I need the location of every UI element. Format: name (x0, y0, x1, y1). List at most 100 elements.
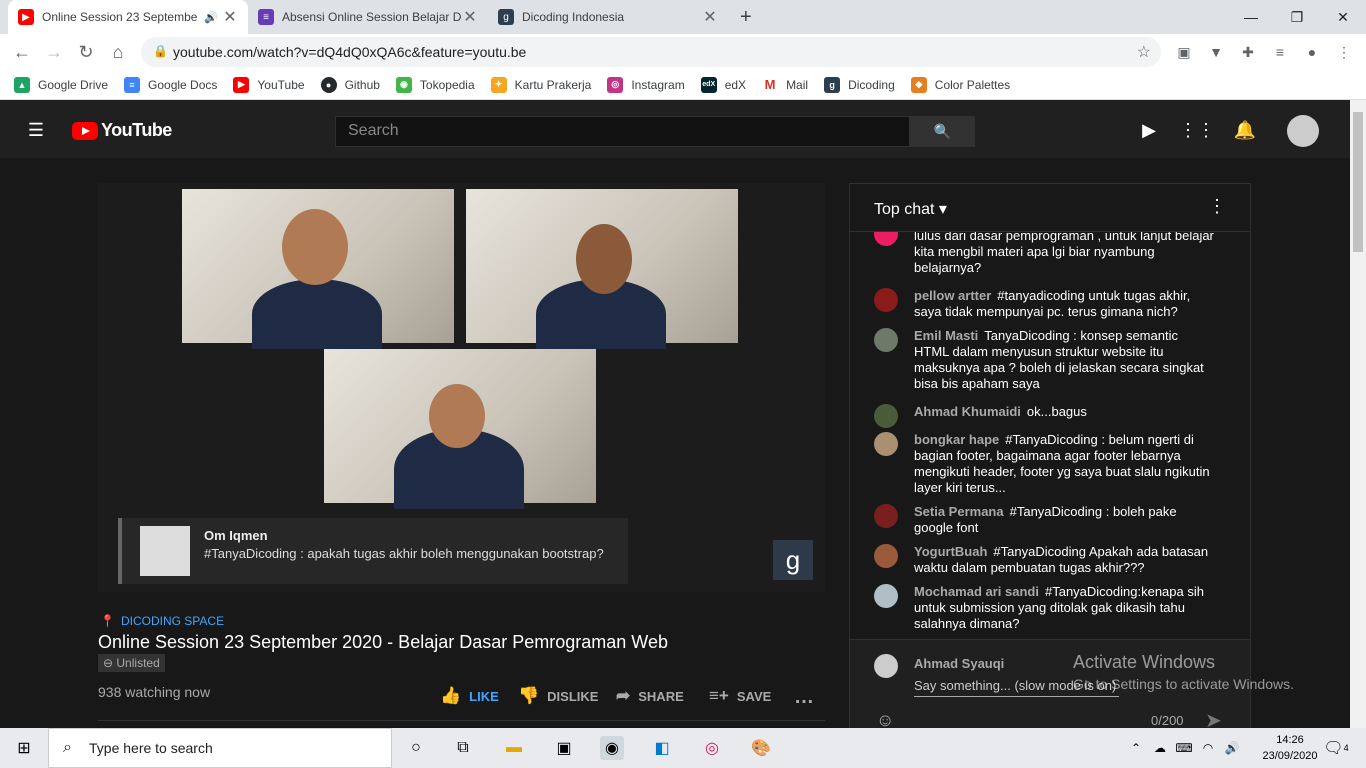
chat-header: Top chat ▾ ⋮ (850, 184, 1250, 232)
browser-tab-strip: ▶ Online Session 23 Septembe 🔊 ✕ ≡ Absen… (0, 0, 1366, 34)
taskbar-clock[interactable]: 14:26 23/09/2020 (1260, 732, 1320, 764)
bookmark-tokopedia[interactable]: ◉ Tokopedia (395, 76, 475, 93)
bookmark-mail[interactable]: M Mail (762, 76, 808, 93)
person-head (576, 224, 632, 294)
chrome-icon[interactable]: ◉ (600, 736, 624, 760)
task-view-icon[interactable]: ⧉ (451, 736, 475, 760)
audio-icon[interactable]: 🔊 (200, 11, 222, 24)
close-window-button[interactable]: ✕ (1320, 0, 1366, 34)
more-actions-icon[interactable]: … (794, 686, 814, 709)
paint-icon[interactable]: 🎨 (749, 736, 773, 760)
search-button[interactable]: 🔍 (910, 116, 975, 147)
bookmark-color-palettes[interactable]: ◆ Color Palettes (910, 76, 1010, 93)
tab-dicoding[interactable]: g Dicoding Indonesia ✕ (488, 0, 728, 34)
profile-avatar-icon[interactable]: ● (1302, 42, 1322, 62)
extensions-puzzle-icon[interactable]: ✚ (1238, 42, 1258, 62)
onedrive-icon[interactable]: ☁ (1148, 736, 1172, 760)
webcam-feed-1 (182, 189, 454, 349)
person-body (252, 279, 382, 349)
featured-chat-overlay: Om Iqmen #TanyaDicoding : apakah tugas a… (118, 518, 628, 584)
creative-cloud-icon[interactable]: ◎ (700, 736, 724, 760)
tab-title: Dicoding Indonesia (522, 10, 625, 24)
video-player[interactable]: Om Iqmen #TanyaDicoding : apakah tugas a… (98, 183, 825, 592)
unlisted-badge: ⊖ Unlisted (98, 654, 165, 672)
browser-toolbar: ← → ↻ ⌂ 🔒 youtube.com/watch?v=dQ4dQ0xQA6… (0, 34, 1366, 70)
volume-icon[interactable]: 🔊 (1220, 736, 1244, 760)
tab-absensi[interactable]: ≡ Absensi Online Session Belajar Da ✕ (248, 0, 488, 34)
taskbar-search[interactable]: ⌕ Type here to search (48, 728, 392, 768)
youtube-icon: ▶ (233, 76, 250, 93)
playlist-add-icon: ≡+ (709, 686, 729, 705)
bookmark-instagram[interactable]: ◎ Instagram (607, 76, 685, 93)
avatar (874, 654, 898, 678)
channel-location-link[interactable]: 📍 DICODING SPACE (100, 614, 224, 628)
account-avatar[interactable] (1287, 115, 1319, 147)
wifi-icon[interactable]: ◠ (1196, 736, 1220, 760)
avatar (874, 232, 898, 246)
tray-chevron-icon[interactable]: ⌃ (1124, 736, 1148, 760)
bookmark-google-drive[interactable]: ▲ Google Drive (14, 76, 108, 93)
bookmark-kartu-prakerja[interactable]: ✦ Kartu Prakerja (490, 76, 591, 93)
chat-mode-dropdown[interactable]: Top chat ▾ (874, 199, 947, 219)
create-video-icon[interactable]: ▶ (1137, 120, 1161, 140)
address-bar[interactable]: 🔒 youtube.com/watch?v=dQ4dQ0xQA6c&featur… (141, 37, 1161, 67)
bookmark-google-docs[interactable]: ≡ Google Docs (124, 76, 217, 93)
tab-close-icon[interactable]: ✕ (462, 7, 478, 27)
save-button[interactable]: ≡+ SAVE (709, 686, 771, 706)
youtube-logo[interactable]: YouTube (72, 120, 172, 141)
share-button[interactable]: ➦ SHARE (616, 686, 684, 706)
page-scrollbar[interactable] (1350, 100, 1366, 728)
chat-menu-icon[interactable]: ⋮ (1208, 196, 1226, 217)
google-drive-icon: ▲ (14, 76, 30, 93)
tab-close-icon[interactable]: ✕ (702, 7, 718, 27)
avatar (874, 288, 898, 312)
back-icon[interactable]: ← (10, 40, 34, 64)
extension-icon[interactable]: ▣ (1174, 42, 1194, 62)
dicoding-watermark: g (773, 540, 813, 580)
vpn-extension-icon[interactable]: ▼ (1206, 42, 1226, 62)
search-input[interactable]: Search (335, 116, 910, 147)
person-head (429, 384, 485, 448)
palette-icon: ◆ (910, 76, 927, 93)
home-icon[interactable]: ⌂ (106, 40, 130, 64)
chrome-menu-icon[interactable]: ⋮ (1334, 42, 1354, 62)
reload-icon[interactable]: ↻ (74, 40, 98, 64)
clapperboard-icon (140, 526, 190, 576)
github-icon: ● (320, 76, 337, 93)
bookmark-youtube[interactable]: ▶ YouTube (233, 76, 305, 93)
cortana-icon[interactable]: ○ (404, 736, 428, 760)
windows-start-icon[interactable]: ⊞ (12, 736, 36, 760)
dicoding-icon: g (824, 76, 841, 93)
google-docs-icon: ≡ (124, 76, 141, 93)
lock-icon[interactable]: 🔒 (153, 44, 168, 58)
restore-button[interactable]: ❐ (1274, 0, 1320, 34)
tab-close-icon[interactable]: ✕ (222, 7, 238, 27)
notification-center-icon[interactable]: 🗨 4 (1323, 736, 1348, 760)
file-explorer-icon[interactable]: ▬ (502, 736, 526, 760)
forward-icon[interactable]: → (42, 40, 66, 64)
activate-windows-title: Activate Windows (1073, 652, 1216, 672)
avatar (874, 504, 898, 528)
tab-youtube[interactable]: ▶ Online Session 23 Septembe 🔊 ✕ (8, 0, 248, 34)
keyboard-icon[interactable]: ⌨ (1172, 736, 1196, 760)
scrollbar-thumb[interactable] (1353, 112, 1363, 252)
bookmark-dicoding[interactable]: g Dicoding (824, 76, 895, 93)
media-control-icon[interactable]: ≡ (1270, 42, 1290, 62)
bookmark-star-icon[interactable]: ☆ (1137, 42, 1151, 62)
new-tab-button[interactable]: + (730, 0, 766, 34)
vscode-icon[interactable]: ◧ (650, 736, 674, 760)
terminal-icon[interactable]: ▣ (552, 736, 576, 760)
chat-messages-list[interactable]: lulus dari dasar pemprograman , untuk la… (850, 232, 1250, 637)
minimize-button[interactable]: — (1228, 0, 1274, 34)
dislike-button[interactable]: 👎 DISLIKE (518, 686, 598, 706)
like-button[interactable]: 👍 LIKE (440, 686, 499, 706)
youtube-header: ☰ YouTube Search 🔍 ▶ ⋮⋮ 🔔 (0, 100, 1350, 158)
activate-windows-subtitle: Go to Settings to activate Windows. (1073, 676, 1294, 692)
hamburger-menu-icon[interactable]: ☰ (24, 120, 48, 140)
apps-grid-icon[interactable]: ⋮⋮ (1179, 120, 1215, 140)
person-head (282, 209, 348, 285)
bookmark-edx[interactable]: edX edX (700, 76, 746, 93)
bookmark-github[interactable]: ● Github (320, 76, 380, 93)
bookmarks-bar: ▲ Google Drive ≡ Google Docs ▶ YouTube ● Git… (0, 70, 1366, 100)
notifications-bell-icon[interactable]: 🔔 (1233, 120, 1257, 140)
